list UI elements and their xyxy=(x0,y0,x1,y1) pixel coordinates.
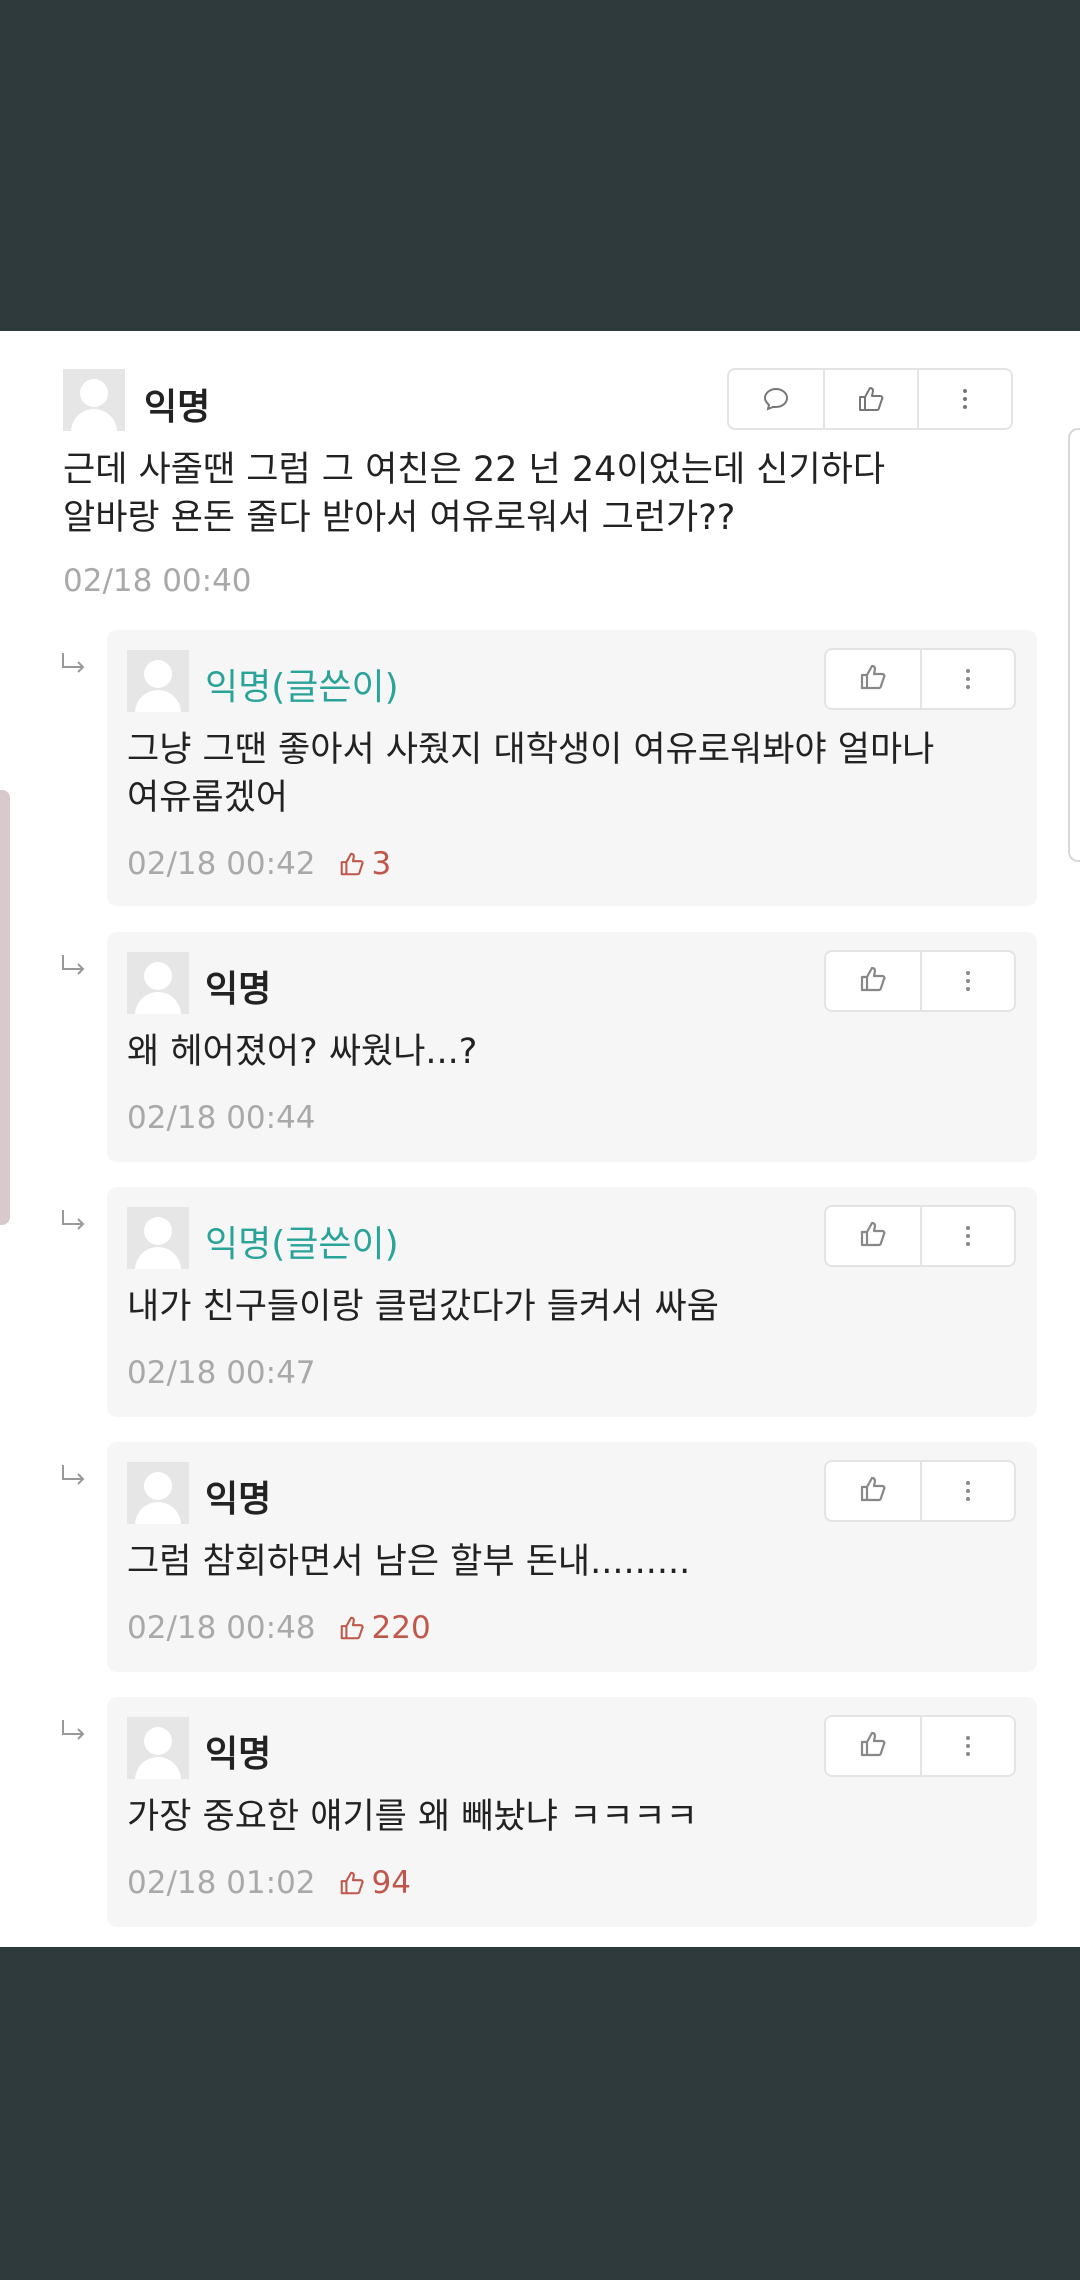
reply-meta: 02/18 00:47 xyxy=(127,1355,316,1391)
avatar-placeholder-icon xyxy=(63,369,125,431)
more-vertical-icon xyxy=(966,1226,970,1246)
reply-arrow-icon xyxy=(58,1462,88,1492)
more-button[interactable] xyxy=(917,370,1011,428)
thumbs-up-icon xyxy=(859,387,884,411)
reply-actions xyxy=(824,1460,1016,1522)
like-button[interactable] xyxy=(826,650,920,708)
reply-author: 익명 xyxy=(205,969,272,1010)
reply-actions xyxy=(824,950,1016,1012)
like-count: 220 xyxy=(338,1610,431,1646)
more-vertical-icon xyxy=(963,389,967,409)
thumbs-up-icon xyxy=(338,1614,372,1642)
reply-card: 익명 가장 중요한 얘기를 왜 빼놨냐 ㅋㅋㅋㅋ 02/18 01:02 94 xyxy=(107,1697,1037,1927)
comment-text: 근데 사줄땐 그럼 그 여친은 22 넌 24이었는데 신기하다 알바랑 욘돈 … xyxy=(63,446,885,542)
reply-line: 내가 친구들이랑 클럽갔다가 들켜서 싸움 xyxy=(127,1287,719,1327)
reply-author: 익명 xyxy=(205,1479,272,1520)
reply-card: 익명 왜 헤어졌어? 싸웠나...? 02/18 00:44 xyxy=(107,932,1037,1162)
reply-author: 익명(글쓴이) xyxy=(205,1224,399,1265)
thumbs-up-icon xyxy=(858,1219,888,1253)
reply-button[interactable] xyxy=(729,370,823,428)
more-vertical-icon xyxy=(966,1481,970,1501)
more-vertical-icon xyxy=(966,669,970,689)
like-count: 94 xyxy=(338,1865,411,1901)
reply-time: 02/18 00:44 xyxy=(127,1100,316,1136)
avatar-placeholder-icon xyxy=(127,1462,189,1524)
like-button[interactable] xyxy=(826,1717,920,1775)
like-button[interactable] xyxy=(826,952,920,1010)
reply-time: 02/18 00:48 xyxy=(127,1610,316,1646)
reply-line: 그냥 그땐 좋아서 사줬지 대학생이 여유로워봐야 얼마나 xyxy=(127,730,935,770)
reply-card: 익명 그럼 참회하면서 남은 할부 돈내......... 02/18 00:4… xyxy=(107,1442,1037,1672)
reply-time: 02/18 00:42 xyxy=(127,846,316,882)
reply-time: 02/18 00:47 xyxy=(127,1355,316,1391)
more-vertical-icon xyxy=(966,1736,970,1756)
comment-author: 익명 xyxy=(144,387,211,428)
left-edge-handle xyxy=(0,790,10,1225)
reply-arrow-icon xyxy=(58,952,88,982)
reply-arrow-icon xyxy=(58,650,88,680)
reply-actions xyxy=(824,1715,1016,1777)
reply-author: 익명(글쓴이) xyxy=(205,667,399,708)
like-button[interactable] xyxy=(823,370,917,428)
avatar-placeholder-icon xyxy=(127,1207,189,1269)
reply-time: 02/18 01:02 xyxy=(127,1865,316,1901)
comment-time: 02/18 00:40 xyxy=(63,563,252,599)
thumbs-up-icon xyxy=(858,662,888,696)
reply-text: 내가 친구들이랑 클럽갔다가 들켜서 싸움 xyxy=(127,1283,719,1331)
avatar-placeholder-icon xyxy=(127,952,189,1014)
main-comment: 익명 근데 사줄땐 그럼 그 여친은 22 넌 24이었는데 신기하다 알바랑 … xyxy=(0,331,1080,621)
thumbs-up-icon xyxy=(858,1474,888,1508)
like-count-value: 220 xyxy=(371,1610,431,1646)
more-button[interactable] xyxy=(920,1717,1014,1775)
reply-author: 익명 xyxy=(205,1734,272,1775)
avatar-placeholder-icon xyxy=(127,650,189,712)
more-button[interactable] xyxy=(920,1207,1014,1265)
comment-line: 근데 사줄땐 그럼 그 여친은 22 넌 24이었는데 신기하다 xyxy=(63,450,886,490)
more-button[interactable] xyxy=(920,952,1014,1010)
more-button[interactable] xyxy=(920,650,1014,708)
more-button[interactable] xyxy=(920,1462,1014,1520)
reply-text: 그럼 참회하면서 남은 할부 돈내......... xyxy=(127,1538,690,1586)
thumbs-up-icon xyxy=(338,850,372,878)
reply-meta: 02/18 01:02 94 xyxy=(127,1865,411,1901)
reply-meta: 02/18 00:42 3 xyxy=(127,846,391,882)
like-button[interactable] xyxy=(826,1207,920,1265)
reply-arrow-icon xyxy=(58,1207,88,1237)
reply-text: 왜 헤어졌어? 싸웠나...? xyxy=(127,1028,477,1076)
reply-card: 익명(글쓴이) 내가 친구들이랑 클럽갔다가 들켜서 싸움 02/18 00:4… xyxy=(107,1187,1037,1417)
thumbs-up-icon xyxy=(858,964,888,998)
reply-meta: 02/18 00:44 xyxy=(127,1100,316,1136)
reply-line: 가장 중요한 얘기를 왜 빼놨냐 ㅋㅋㅋㅋ xyxy=(127,1797,698,1837)
reply-text: 그냥 그땐 좋아서 사줬지 대학생이 여유로워봐야 얼마나여유롭겠어 xyxy=(127,726,934,822)
comment-icon xyxy=(763,387,789,411)
comment-actions xyxy=(727,368,1013,430)
reply-meta: 02/18 00:48 220 xyxy=(127,1610,431,1646)
reply-card: 익명(글쓴이) 그냥 그땐 좋아서 사줬지 대학생이 여유로워봐야 얼마나여유롭… xyxy=(107,630,1037,906)
thumbs-up-icon xyxy=(858,1729,888,1763)
avatar-placeholder-icon xyxy=(127,1717,189,1779)
reply-actions xyxy=(824,1205,1016,1267)
comment-line: 알바랑 욘돈 줄다 받아서 여유로워서 그런가?? xyxy=(63,498,736,538)
more-vertical-icon xyxy=(966,971,970,991)
reply-actions xyxy=(824,648,1016,710)
reply-line: 여유롭겠어 xyxy=(127,778,289,818)
like-count-value: 94 xyxy=(371,1865,411,1901)
like-button[interactable] xyxy=(826,1462,920,1520)
reply-arrow-icon xyxy=(58,1717,88,1747)
reply-line: 그럼 참회하면서 남은 할부 돈내......... xyxy=(127,1542,691,1582)
reply-line: 왜 헤어졌어? 싸웠나...? xyxy=(127,1032,478,1072)
like-count-value: 3 xyxy=(371,846,392,882)
like-count: 3 xyxy=(338,846,392,882)
thumbs-up-icon xyxy=(338,1869,372,1897)
reply-text: 가장 중요한 얘기를 왜 빼놨냐 ㅋㅋㅋㅋ xyxy=(127,1793,698,1841)
